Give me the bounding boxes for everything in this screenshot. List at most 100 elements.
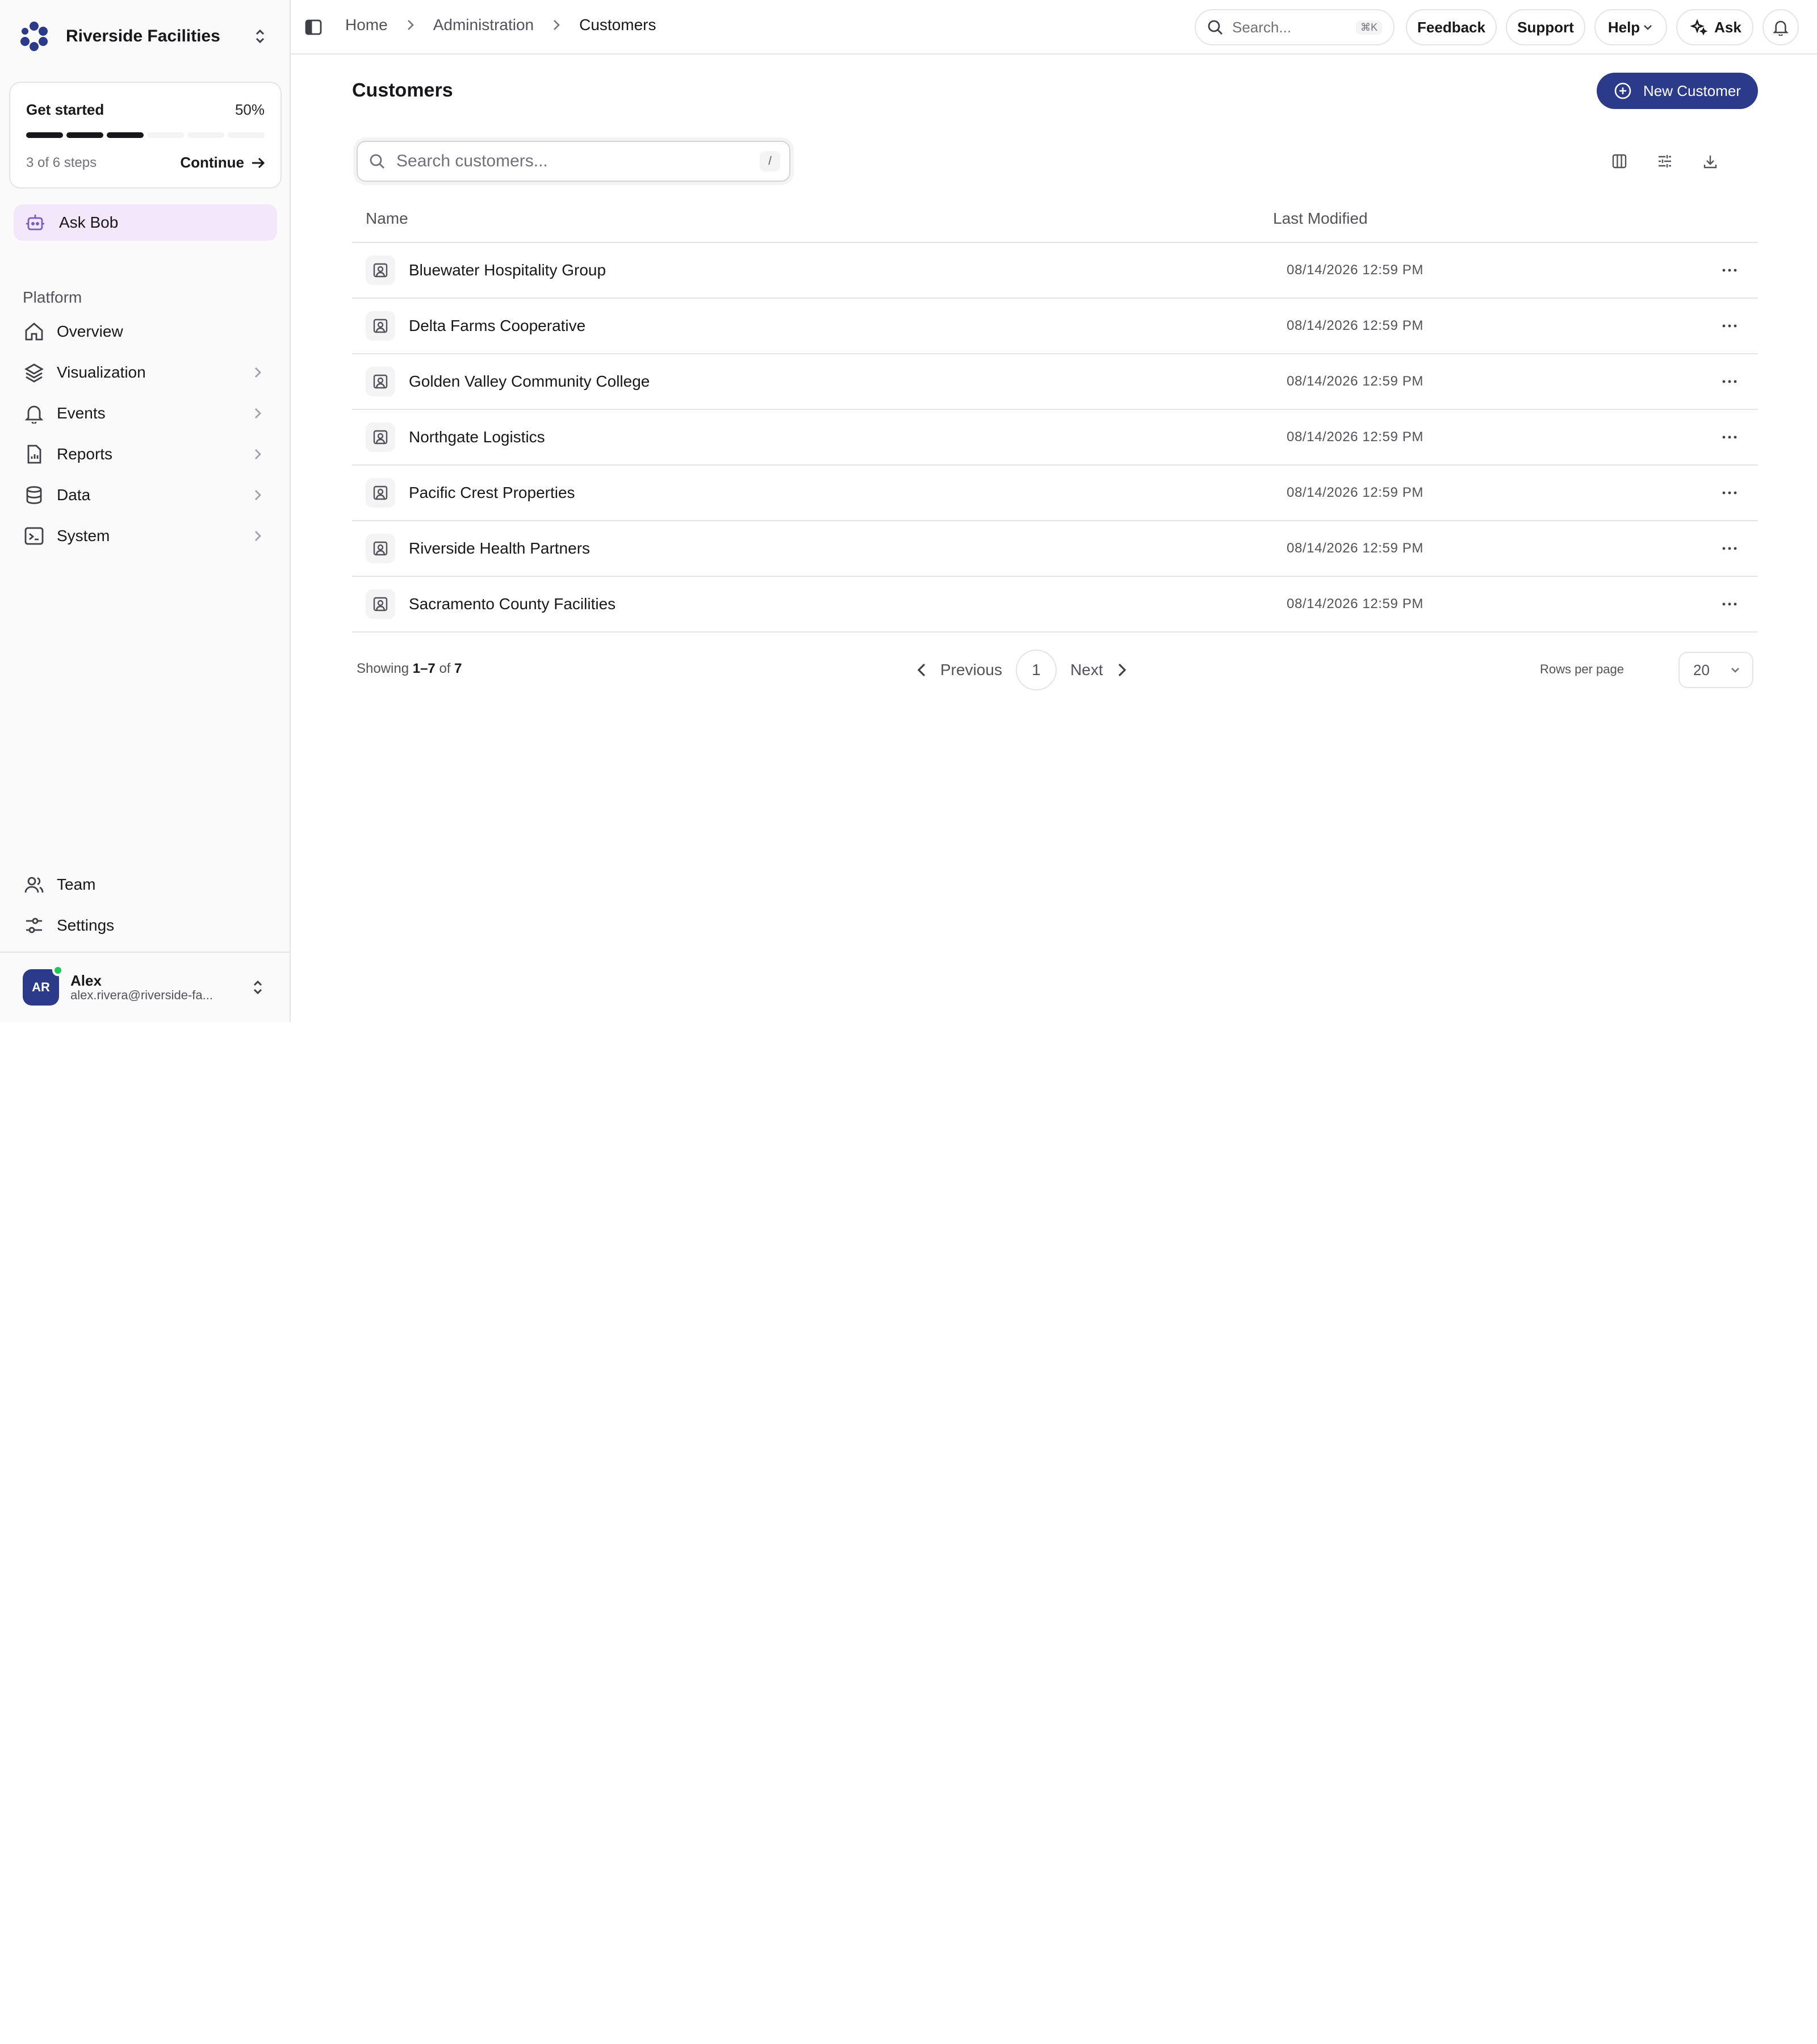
table-row[interactable]: Sacramento County Facilities 08/14/2026 1…: [352, 577, 1758, 633]
chevrons-up-down-icon: [253, 980, 262, 995]
table-row[interactable]: Northgate Logistics 08/14/2026 12:59 PM: [352, 410, 1758, 466]
main-content: Home Administration Customers Search... …: [291, 0, 1817, 1022]
table-row[interactable]: Bluewater Hospitality Group 08/14/2026 12…: [352, 243, 1758, 299]
ask-button[interactable]: Ask: [1676, 9, 1753, 45]
help-label: Help: [1607, 18, 1640, 36]
sidebar-item-label: Reports: [57, 445, 113, 463]
customer-icon: [366, 256, 395, 285]
customer-name[interactable]: Bluewater Hospitality Group: [409, 261, 1287, 279]
showing-range: 1–7: [412, 661, 436, 676]
sidebar-item-system[interactable]: System: [14, 516, 277, 556]
sidebar: Riverside Facilities Get started 50% 3 o…: [0, 0, 291, 1022]
customer-icon: [366, 589, 395, 619]
customer-search-placeholder: Search customers...: [396, 152, 548, 170]
table-body: Bluewater Hospitality Group 08/14/2026 12…: [352, 243, 1758, 633]
customer-icon: [366, 422, 395, 452]
columns-button[interactable]: [1597, 150, 1642, 173]
rows-per-page-select[interactable]: 20: [1678, 652, 1753, 688]
last-modified-value: 08/14/2026 12:59 PM: [1287, 596, 1424, 611]
download-button[interactable]: [1688, 150, 1733, 173]
customers-table: Name Last Modified Bluewater Hospitality…: [352, 195, 1758, 633]
customer-name[interactable]: Delta Farms Cooperative: [409, 317, 1287, 335]
progress-segment: [187, 132, 224, 138]
top-bar: Home Administration Customers Search... …: [291, 0, 1817, 55]
sidebar-item-team[interactable]: Team: [14, 864, 277, 905]
chevrons-up-down-icon: [256, 29, 265, 44]
filter-sliders-icon: [1659, 155, 1671, 167]
progress-segment: [107, 132, 144, 138]
global-search-input[interactable]: Search... ⌘K: [1195, 9, 1395, 45]
customer-search-input[interactable]: Search customers... /: [357, 141, 790, 182]
home-icon: [23, 320, 45, 343]
breadcrumb-administration[interactable]: Administration: [433, 16, 534, 34]
more-horizontal-icon: [1722, 380, 1737, 383]
table-row[interactable]: Golden Valley Community College 08/14/202…: [352, 354, 1758, 410]
row-actions-button[interactable]: [1715, 589, 1744, 619]
chevron-right-icon: [407, 20, 414, 30]
filter-button[interactable]: [1642, 150, 1688, 173]
customer-name[interactable]: Golden Valley Community College: [409, 372, 1287, 391]
table-row[interactable]: Pacific Crest Properties 08/14/2026 12:59…: [352, 466, 1758, 521]
user-email: alex.rivera@riverside-fa...: [70, 988, 213, 1003]
sidebar-item-reports[interactable]: Reports: [14, 434, 277, 475]
search-icon: [370, 154, 384, 169]
showing-total: 7: [454, 661, 462, 676]
previous-page-button[interactable]: Previous: [913, 650, 1002, 690]
new-customer-button[interactable]: New Customer: [1597, 73, 1758, 109]
column-header-last-modified[interactable]: Last Modified: [1273, 210, 1758, 228]
breadcrumb-home[interactable]: Home: [345, 16, 388, 34]
online-status-indicator: [52, 965, 64, 976]
row-actions-button[interactable]: [1715, 367, 1744, 396]
chevron-down-icon: [1644, 25, 1652, 30]
file-chart-icon: [23, 443, 45, 466]
customer-name[interactable]: Sacramento County Facilities: [409, 595, 1287, 613]
chevron-right-icon: [1118, 663, 1126, 677]
customer-name[interactable]: Northgate Logistics: [409, 428, 1287, 446]
sidebar-item-label: Team: [57, 876, 96, 893]
ask-bob-button[interactable]: Ask Bob: [14, 204, 277, 241]
customer-name[interactable]: Riverside Health Partners: [409, 539, 1287, 558]
row-actions-button[interactable]: [1715, 311, 1744, 341]
page-number: 1: [1032, 661, 1041, 678]
row-actions-button[interactable]: [1715, 478, 1744, 508]
org-switcher[interactable]: Riverside Facilities: [18, 18, 273, 55]
sidebar-item-data[interactable]: Data: [14, 475, 277, 516]
sidebar-item-visualization[interactable]: Visualization: [14, 352, 277, 393]
arrow-right-icon: [252, 157, 265, 168]
feedback-button[interactable]: Feedback: [1406, 9, 1497, 45]
chevron-right-icon: [554, 20, 560, 30]
row-actions-button[interactable]: [1715, 256, 1744, 285]
database-icon: [23, 484, 45, 506]
plus-circle-icon: [1614, 82, 1631, 99]
table-row[interactable]: Delta Farms Cooperative 08/14/2026 12:59 …: [352, 299, 1758, 354]
layers-icon: [23, 361, 45, 384]
last-modified-value: 08/14/2026 12:59 PM: [1287, 374, 1424, 389]
row-actions-button[interactable]: [1715, 422, 1744, 452]
next-page-button[interactable]: Next: [1070, 650, 1131, 690]
support-button[interactable]: Support: [1506, 9, 1585, 45]
help-button[interactable]: Help: [1594, 9, 1667, 45]
sidebar-item-overview[interactable]: Overview: [14, 311, 277, 352]
org-logo-icon: [20, 22, 48, 51]
rows-per-page-label: Rows per page: [1540, 662, 1624, 676]
row-actions-button[interactable]: [1715, 534, 1744, 563]
search-shortcut-badge: /: [760, 151, 780, 171]
notifications-button[interactable]: [1762, 9, 1799, 45]
page-number-button[interactable]: 1: [1015, 650, 1057, 690]
ask-label: Ask: [1714, 18, 1741, 36]
rows-per-page-value: 20: [1693, 661, 1710, 678]
continue-button[interactable]: Continue: [180, 154, 265, 171]
new-customer-label: New Customer: [1643, 82, 1741, 99]
sidebar-toggle-icon[interactable]: [304, 18, 323, 36]
sidebar-item-events[interactable]: Events: [14, 393, 277, 434]
avatar: AR: [23, 965, 64, 1006]
table-row[interactable]: Riverside Health Partners 08/14/2026 12:5…: [352, 521, 1758, 577]
column-header-name[interactable]: Name: [352, 210, 1273, 228]
table-header: Name Last Modified: [352, 195, 1758, 243]
search-icon: [1208, 20, 1223, 35]
sidebar-item-settings[interactable]: Settings: [14, 905, 277, 946]
sidebar-bottom-nav: Team Settings: [14, 864, 277, 946]
user-menu[interactable]: AR Alex alex.rivera@riverside-fa...: [0, 952, 291, 1022]
customer-name[interactable]: Pacific Crest Properties: [409, 484, 1287, 502]
chevron-right-icon: [255, 490, 261, 500]
